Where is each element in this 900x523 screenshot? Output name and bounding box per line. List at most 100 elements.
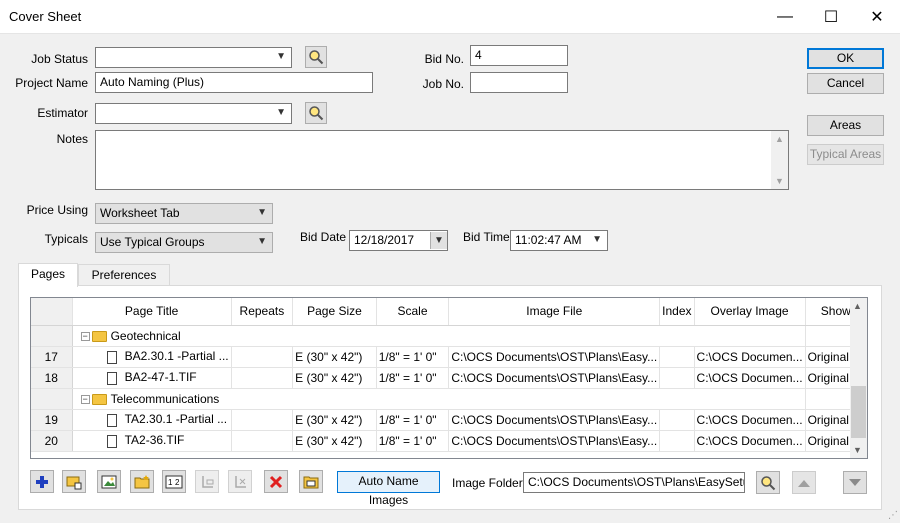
areas-button[interactable]: Areas (807, 115, 884, 136)
search-icon (761, 475, 776, 490)
index-cell[interactable] (659, 346, 695, 368)
svg-text:1: 1 (168, 478, 173, 487)
ok-button[interactable]: OK (807, 48, 884, 69)
move-down-button[interactable] (843, 471, 867, 494)
bid-date-picker[interactable]: 12/18/2017 ▼ (349, 230, 448, 251)
table-row[interactable]: 20 TA2-36.TIF E (30" x 42") 1/8" = 1' 0"… (31, 430, 867, 452)
job-status-combo[interactable]: ▼ (95, 47, 292, 68)
scroll-up-icon: ▲ (775, 134, 784, 144)
page-size-cell[interactable]: E (30" x 42") (292, 367, 377, 389)
indent-button[interactable] (195, 470, 219, 493)
move-up-button[interactable] (792, 471, 816, 494)
group-row[interactable]: − Telecommunications (31, 388, 867, 410)
close-button[interactable]: ✕ (854, 0, 900, 34)
table-row[interactable]: 19 TA2.30.1 -Partial ... E (30" x 42") 1… (31, 409, 867, 431)
calendar-dropdown-icon[interactable]: ▼ (430, 232, 447, 249)
new-folder-button[interactable] (130, 470, 154, 493)
auto-name-images-button[interactable]: Auto Name Images (337, 471, 440, 507)
column-header-index[interactable]: Index (659, 298, 695, 326)
folder-button[interactable] (299, 470, 323, 493)
row-number: 20 (31, 430, 73, 452)
add-image-button[interactable] (97, 470, 121, 493)
job-no-input[interactable] (470, 72, 568, 93)
price-using-value: Worksheet Tab (100, 206, 180, 220)
overlay-image-cell[interactable]: C:\OCS Documen... (694, 346, 806, 368)
file-icon (106, 350, 117, 364)
typical-areas-button[interactable]: Typical Areas (807, 144, 884, 165)
collapse-icon[interactable]: − (80, 394, 90, 404)
title-bar: Cover Sheet — ☐ ✕ (0, 0, 900, 34)
image-folder-input[interactable]: C:\OCS Documents\OST\Plans\EasySetup (523, 472, 745, 493)
file-icon (106, 413, 117, 427)
overlay-image-cell[interactable]: C:\OCS Documen... (694, 430, 806, 452)
scrollbar-thumb[interactable] (851, 386, 866, 438)
scroll-down-icon[interactable]: ▼ (853, 445, 862, 455)
minimize-button[interactable]: — (762, 0, 808, 34)
image-folder-browse-button[interactable] (756, 471, 780, 494)
maximize-button[interactable]: ☐ (808, 0, 854, 34)
index-cell[interactable] (659, 409, 695, 431)
pages-grid[interactable]: Page Title Repeats Page Size Scale Image… (30, 297, 868, 459)
scale-cell[interactable]: 1/8" = 1' 0" (376, 367, 450, 389)
scroll-down-icon: ▼ (775, 176, 784, 186)
scale-cell[interactable]: 1/8" = 1' 0" (376, 430, 450, 452)
overlay-image-cell[interactable]: C:\OCS Documen... (694, 409, 806, 431)
overlay-image-cell[interactable]: C:\OCS Documen... (694, 367, 806, 389)
insert-page-button[interactable] (62, 470, 86, 493)
bid-time-label: Bid Time (463, 230, 510, 244)
notes-textarea[interactable]: ▲ ▼ (95, 130, 789, 190)
notes-scrollbar[interactable]: ▲ ▼ (771, 131, 788, 189)
job-status-label: Job Status (31, 52, 88, 66)
job-status-lookup-button[interactable] (305, 46, 327, 68)
scroll-up-icon[interactable]: ▲ (853, 301, 862, 311)
page-size-cell[interactable]: E (30" x 42") (292, 430, 377, 452)
resize-grip-icon[interactable]: ⋰ (888, 510, 898, 521)
add-page-button[interactable] (30, 470, 54, 493)
chevron-down-icon: ▼ (592, 234, 602, 245)
price-using-combo[interactable]: Worksheet Tab ▼ (95, 203, 273, 224)
image-file-cell[interactable]: C:\OCS Documents\OST\Plans\Easy... (448, 346, 661, 368)
repeats-cell[interactable] (231, 346, 294, 368)
repeats-cell[interactable] (231, 367, 294, 389)
renumber-icon: 12 (165, 475, 183, 488)
column-header-page-size[interactable]: Page Size (292, 298, 377, 326)
tab-pages[interactable]: Pages (18, 263, 78, 287)
price-using-label: Price Using (26, 203, 88, 217)
cancel-button[interactable]: Cancel (807, 73, 884, 94)
project-name-input[interactable]: Auto Naming (Plus) (95, 72, 373, 93)
page-size-cell[interactable]: E (30" x 42") (292, 409, 377, 431)
estimator-combo[interactable]: ▼ (95, 103, 292, 124)
typicals-combo[interactable]: Use Typical Groups ▼ (95, 232, 273, 253)
column-header-repeats[interactable]: Repeats (231, 298, 294, 326)
bid-no-input[interactable]: 4 (470, 45, 568, 66)
tab-preferences[interactable]: Preferences (78, 264, 170, 286)
grid-vertical-scrollbar[interactable]: ▲ ▼ (850, 298, 867, 458)
image-file-cell[interactable]: C:\OCS Documents\OST\Plans\Easy... (448, 367, 661, 389)
column-header-image-file[interactable]: Image File (448, 298, 661, 326)
renumber-button[interactable]: 12 (162, 470, 186, 493)
column-header-scale[interactable]: Scale (376, 298, 450, 326)
scale-cell[interactable]: 1/8" = 1' 0" (376, 409, 450, 431)
job-no-label: Job No. (422, 77, 464, 91)
collapse-icon[interactable]: − (80, 331, 90, 341)
image-file-cell[interactable]: C:\OCS Documents\OST\Plans\Easy... (448, 409, 661, 431)
table-row[interactable]: 18 BA2-47-1.TIF E (30" x 42") 1/8" = 1' … (31, 367, 867, 389)
index-cell[interactable] (659, 430, 695, 452)
bid-time-picker[interactable]: 11:02:47 AM ▼ (510, 230, 608, 251)
image-file-cell[interactable]: C:\OCS Documents\OST\Plans\Easy... (448, 430, 661, 452)
column-header-page-title[interactable]: Page Title (72, 298, 232, 326)
unindent-button[interactable] (228, 470, 252, 493)
scale-cell[interactable]: 1/8" = 1' 0" (376, 346, 450, 368)
column-header-overlay-image[interactable]: Overlay Image (694, 298, 806, 326)
table-row[interactable]: 17 BA2.30.1 -Partial ... E (30" x 42") 1… (31, 346, 867, 368)
repeats-cell[interactable] (231, 409, 294, 431)
repeats-cell[interactable] (231, 430, 294, 452)
delete-button[interactable] (264, 470, 288, 493)
image-icon (101, 475, 117, 488)
index-cell[interactable] (659, 367, 695, 389)
row-number (31, 325, 73, 347)
group-row[interactable]: − Geotechnical (31, 325, 867, 347)
close-icon: ✕ (870, 9, 884, 26)
page-size-cell[interactable]: E (30" x 42") (292, 346, 377, 368)
estimator-lookup-button[interactable] (305, 102, 327, 124)
